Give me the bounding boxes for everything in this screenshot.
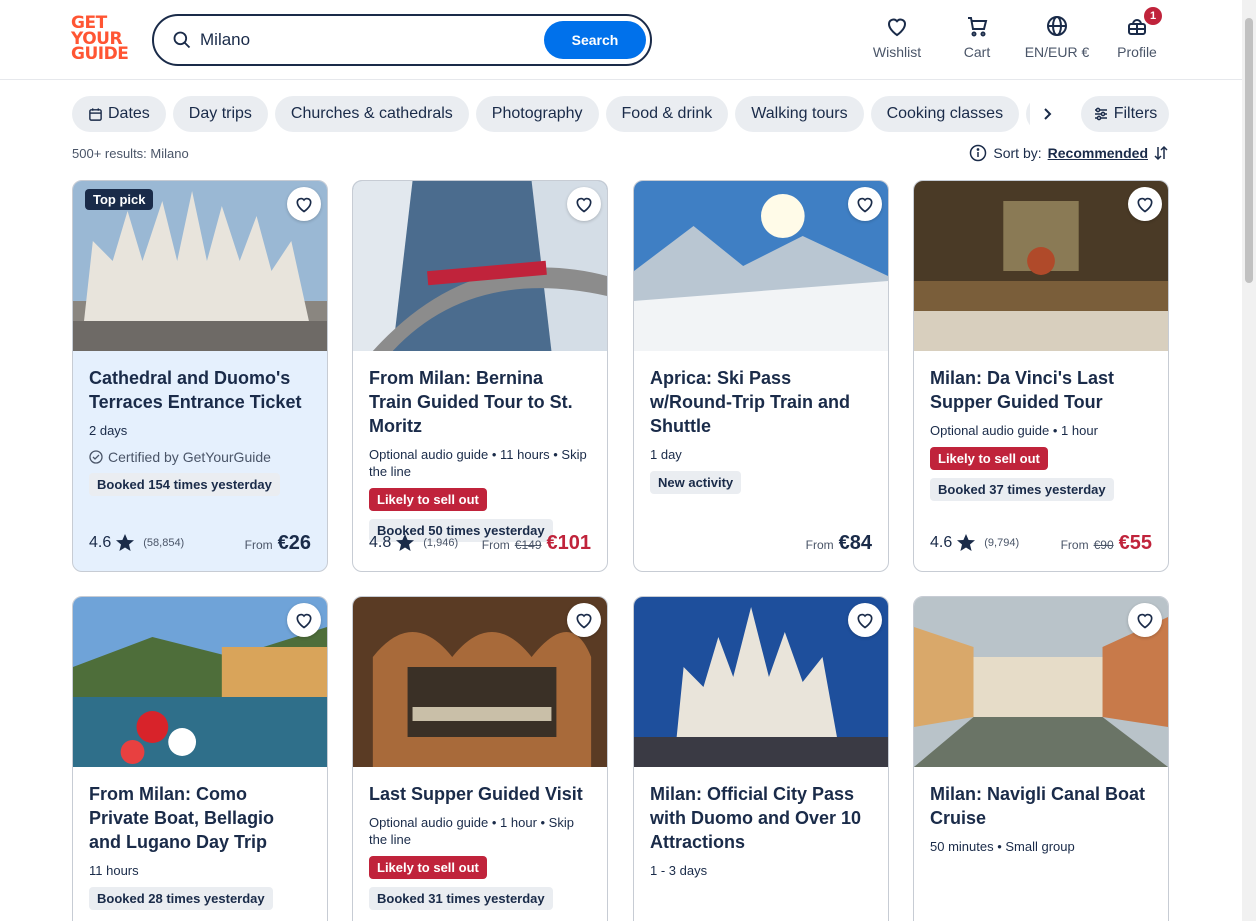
chip-walking-tours[interactable]: Walking tours bbox=[735, 96, 864, 132]
booked-badge: Booked 28 times yesterday bbox=[89, 887, 273, 910]
scrollbar-thumb[interactable] bbox=[1245, 18, 1253, 283]
sort-label: Sort by: bbox=[993, 145, 1042, 161]
card-title[interactable]: Last Supper Guided Visit bbox=[369, 782, 591, 806]
card-title[interactable]: From Milan: Como Private Boat, Bellagio … bbox=[89, 782, 311, 854]
heart-icon bbox=[887, 18, 907, 37]
chips-next-button[interactable] bbox=[1030, 100, 1064, 128]
card-meta: Optional audio guide • 1 hour • Skip the… bbox=[369, 815, 574, 847]
sort-control[interactable]: Sort by: Recommended bbox=[969, 144, 1168, 162]
chip-cooking-classes[interactable]: Cooking classes bbox=[870, 96, 1020, 132]
rating: 4.8 (1,946) bbox=[369, 534, 459, 551]
heart-icon bbox=[296, 613, 312, 629]
profile-nav[interactable]: Profile 1 bbox=[1115, 7, 1162, 60]
card-meta: 1 - 3 days bbox=[650, 863, 708, 878]
globe-icon bbox=[1047, 16, 1067, 36]
top-header: GET YOUR GUIDE Search Wishlist Cart EN/E… bbox=[0, 0, 1256, 80]
wishlist-toggle[interactable] bbox=[848, 603, 882, 637]
activity-card[interactable]: Last Supper Guided Visit Optional audio … bbox=[352, 596, 608, 921]
activity-card[interactable]: Aprica: Ski Pass w/Round-Trip Train and … bbox=[633, 180, 889, 572]
activity-card[interactable]: From Milan: Como Private Boat, Bellagio … bbox=[72, 596, 328, 921]
heart-icon bbox=[576, 197, 592, 213]
cart-icon bbox=[968, 17, 988, 37]
wishlist-toggle[interactable] bbox=[1128, 187, 1162, 221]
activity-card[interactable]: Milan: Official City Pass with Duomo and… bbox=[633, 596, 889, 921]
chip-churches-cathedrals[interactable]: Churches & cathedrals bbox=[274, 96, 469, 132]
price: From €26 bbox=[244, 531, 311, 554]
star-icon bbox=[396, 534, 415, 551]
heart-icon bbox=[857, 197, 873, 213]
price: From €149 €101 bbox=[481, 531, 591, 554]
category-chips: Dates Day trips Churches & cathedrals Phot… bbox=[72, 96, 1032, 132]
sell-out-badge: Likely to sell out bbox=[369, 488, 487, 511]
sort-arrows-icon bbox=[1154, 145, 1168, 161]
heart-icon bbox=[857, 613, 873, 629]
info-icon[interactable] bbox=[969, 144, 987, 162]
results-count: 500+ results: Milano bbox=[72, 146, 189, 161]
calendar-icon bbox=[89, 107, 102, 121]
card-title[interactable]: Milan: Da Vinci's Last Supper Guided Tou… bbox=[930, 366, 1152, 414]
getyourguide-logo[interactable]: GET YOUR GUIDE bbox=[71, 15, 131, 64]
booked-badge: Booked 37 times yesterday bbox=[930, 478, 1114, 501]
activity-card[interactable]: Milan: Navigli Canal Boat Cruise 50 minu… bbox=[913, 596, 1169, 921]
chip-food-drink[interactable]: Food & drink bbox=[605, 96, 729, 132]
certified-icon bbox=[89, 450, 103, 464]
heart-icon bbox=[296, 197, 312, 213]
rating: 4.6 (58,854) bbox=[89, 534, 185, 551]
new-activity-badge: New activity bbox=[650, 471, 742, 494]
card-title[interactable]: Cathedral and Duomo's Terraces Entrance … bbox=[89, 366, 311, 414]
page-scrollbar[interactable] bbox=[1242, 0, 1256, 921]
price: From €84 bbox=[805, 531, 872, 554]
sort-select[interactable]: Recommended bbox=[1048, 145, 1148, 161]
card-meta: 2 days bbox=[89, 423, 128, 438]
wishlist-toggle[interactable] bbox=[287, 187, 321, 221]
chip-photography[interactable]: Photography bbox=[475, 96, 599, 132]
card-meta: 50 minutes • Small group bbox=[930, 839, 1075, 854]
wishlist-toggle[interactable] bbox=[1128, 603, 1162, 637]
card-meta: 11 hours bbox=[89, 863, 139, 878]
card-title[interactable]: Aprica: Ski Pass w/Round-Trip Train and … bbox=[650, 366, 872, 438]
activity-card[interactable]: Milan: Da Vinci's Last Supper Guided Tou… bbox=[913, 180, 1169, 572]
chip-day-trips[interactable]: Day trips bbox=[172, 96, 268, 132]
search-input[interactable] bbox=[200, 26, 530, 54]
cart-nav[interactable]: Cart bbox=[959, 14, 995, 60]
top-pick-badge: Top pick bbox=[85, 189, 154, 210]
language-currency-nav[interactable]: EN/EUR € bbox=[1022, 14, 1092, 60]
wishlist-toggle[interactable] bbox=[287, 603, 321, 637]
chip-dates[interactable]: Dates bbox=[72, 96, 166, 132]
search-button[interactable]: Search bbox=[544, 21, 646, 59]
heart-icon bbox=[576, 613, 592, 629]
card-meta: 1 day bbox=[650, 447, 682, 462]
certified-label: Certified by GetYourGuide bbox=[89, 449, 311, 465]
activity-card[interactable]: Top pick Cathedral and Duomo's Terraces … bbox=[72, 180, 328, 572]
heart-icon bbox=[1137, 197, 1153, 213]
search-icon bbox=[173, 31, 191, 49]
wishlist-toggle[interactable] bbox=[567, 187, 601, 221]
sell-out-badge: Likely to sell out bbox=[930, 447, 1048, 470]
sliders-icon bbox=[1094, 107, 1107, 121]
rating: 4.6 (9,794) bbox=[930, 534, 1020, 551]
wishlist-toggle[interactable] bbox=[567, 603, 601, 637]
card-meta: Optional audio guide • 1 hour bbox=[930, 423, 1098, 438]
notification-badge: 1 bbox=[1144, 7, 1162, 25]
card-meta: Optional audio guide • 11 hours • Skip t… bbox=[369, 447, 587, 479]
search-bar: Search bbox=[152, 14, 652, 66]
activity-card[interactable]: From Milan: Bernina Train Guided Tour to… bbox=[352, 180, 608, 572]
filters-button[interactable]: Filters bbox=[1081, 96, 1169, 132]
heart-icon bbox=[1137, 613, 1153, 629]
wishlist-nav[interactable]: Wishlist bbox=[872, 14, 922, 60]
price: From €90 €55 bbox=[1060, 531, 1152, 554]
card-title[interactable]: Milan: Official City Pass with Duomo and… bbox=[650, 782, 872, 854]
card-title[interactable]: From Milan: Bernina Train Guided Tour to… bbox=[369, 366, 591, 438]
chevron-right-icon bbox=[1044, 108, 1052, 120]
card-title[interactable]: Milan: Navigli Canal Boat Cruise bbox=[930, 782, 1152, 830]
star-icon bbox=[116, 534, 135, 551]
booked-badge: Booked 154 times yesterday bbox=[89, 473, 280, 496]
sell-out-badge: Likely to sell out bbox=[369, 856, 487, 879]
wishlist-toggle[interactable] bbox=[848, 187, 882, 221]
star-icon bbox=[957, 534, 976, 551]
booked-badge: Booked 31 times yesterday bbox=[369, 887, 553, 910]
